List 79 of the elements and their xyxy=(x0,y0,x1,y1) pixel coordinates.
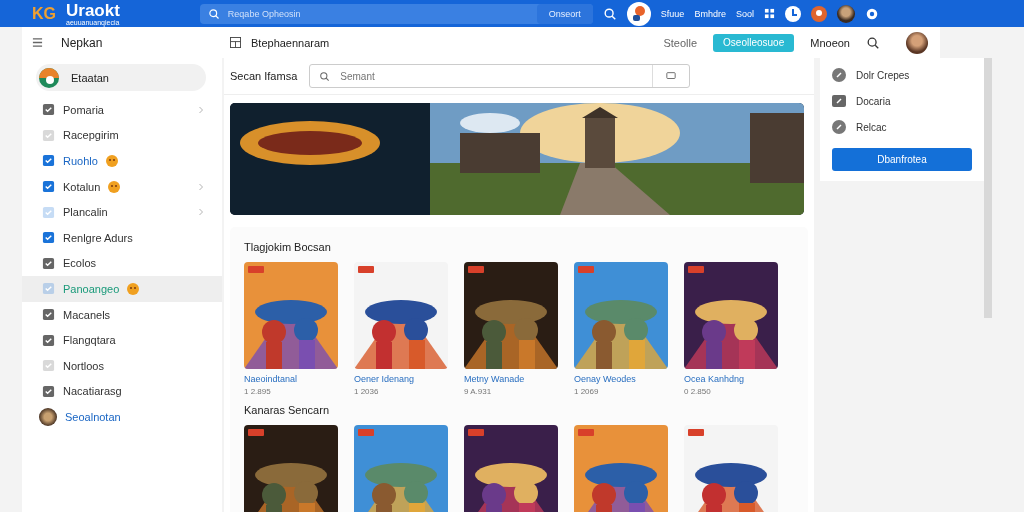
section-title: Tlagjokim Bocsan xyxy=(244,241,332,253)
scrollbar[interactable] xyxy=(984,58,992,318)
panel-item[interactable]: Dolr Crepes xyxy=(856,69,910,81)
logo-mark: KG xyxy=(32,4,56,23)
header-link[interactable]: Steolle xyxy=(663,36,698,49)
game-count: 1 2036 xyxy=(354,387,380,396)
menu-item-icon xyxy=(42,282,55,296)
menu-item-icon xyxy=(42,205,55,219)
menu-item-icon xyxy=(42,128,55,142)
chevron-icon xyxy=(198,208,204,217)
user-avatar xyxy=(39,407,57,426)
item-icon xyxy=(832,94,846,108)
item-icon xyxy=(832,120,846,134)
nav-link[interactable]: Sool xyxy=(735,8,754,19)
page-title: Btephaennaram xyxy=(251,36,330,49)
sidebar-item[interactable]: Flangqtara xyxy=(22,327,222,353)
logo: Uraokt xyxy=(66,1,120,19)
game-title[interactable]: Metny Wanade xyxy=(464,374,558,384)
menu-item-icon xyxy=(42,359,55,373)
sidebar-item[interactable]: Seoalnotan xyxy=(22,404,222,430)
item-icon xyxy=(832,68,846,82)
user-avatar[interactable] xyxy=(836,4,855,23)
panel-button[interactable]: Dbanfrotea xyxy=(832,148,972,171)
link-icon xyxy=(42,154,55,168)
search-button[interactable]: Onseort xyxy=(536,3,593,24)
menu-label: Nepkan xyxy=(61,35,103,50)
search-bar[interactable]: Semant xyxy=(309,64,691,88)
game-title[interactable]: Oener Idenang xyxy=(354,374,448,384)
game-count: 1 2.895 xyxy=(244,387,272,396)
notification-icon[interactable] xyxy=(810,5,827,22)
user-avatar[interactable] xyxy=(906,31,928,54)
grid-icon[interactable] xyxy=(763,8,775,19)
sidebar-item[interactable]: Macanels xyxy=(22,301,222,328)
sidebar-item[interactable]: Renlgre Adurs xyxy=(22,224,222,251)
panel-item[interactable]: Relcac xyxy=(856,121,887,133)
sidebar-item[interactable]: Racepgirim xyxy=(22,122,222,149)
chevron-icon xyxy=(198,105,204,114)
game-title[interactable]: Naeoindtanal xyxy=(244,374,338,384)
menu-icon[interactable] xyxy=(32,37,43,48)
search-icon xyxy=(207,7,220,20)
header-link[interactable]: Mnoeon xyxy=(810,36,850,49)
nav-link[interactable]: Sfuue xyxy=(660,8,685,19)
section-title: Kanaras Sencarn xyxy=(244,404,330,416)
search-field[interactable]: Reqabe Opheosin xyxy=(225,7,531,20)
search-bar[interactable]: Reqabe Opheosin Onseort xyxy=(199,3,593,24)
menu-item-icon xyxy=(42,103,55,117)
smiley-icon xyxy=(108,180,121,193)
sidebar-item[interactable]: Nacatiarasg xyxy=(22,378,222,405)
menu-item-icon xyxy=(42,384,55,398)
search-icon[interactable] xyxy=(602,6,617,21)
game-count: 0 2.850 xyxy=(684,387,712,396)
menu-item-icon xyxy=(42,333,55,347)
menu-item-icon xyxy=(42,180,55,194)
menu-item-icon xyxy=(42,308,55,322)
search-icon xyxy=(319,70,331,82)
sidebar-item[interactable]: Pomaria xyxy=(22,97,222,123)
profile-chip[interactable]: Etaatan xyxy=(36,64,206,91)
sidebar-item[interactable]: Kotalun xyxy=(22,173,222,200)
app-icon[interactable] xyxy=(626,1,651,26)
smiley-icon xyxy=(127,282,140,295)
profile-logo-icon xyxy=(39,67,59,88)
panel-item[interactable]: Docaria xyxy=(856,95,891,107)
search-label: Secan Ifamsa xyxy=(230,70,298,82)
search-icon[interactable] xyxy=(866,35,880,50)
game-title[interactable]: Ocea Kanhdng xyxy=(684,374,778,384)
game-count: 9 A.931 xyxy=(464,387,493,396)
sidebar-item[interactable]: Ruohlo xyxy=(22,148,222,174)
page-icon xyxy=(230,37,241,48)
menu-item-icon xyxy=(42,256,55,270)
sidebar-item[interactable]: Ecolos xyxy=(22,250,222,277)
menu-item-icon xyxy=(42,231,55,245)
chevron-icon xyxy=(198,182,204,191)
sidebar-item[interactable]: Nortloos xyxy=(22,352,222,379)
game-count: 1 2069 xyxy=(574,387,600,396)
sidebar-item[interactable]: Plancalin xyxy=(22,199,222,225)
smiley-icon xyxy=(105,155,118,167)
nav-link[interactable]: Bmhdre xyxy=(694,8,726,19)
game-title[interactable]: Oenay Weodes xyxy=(574,374,668,384)
settings-icon[interactable] xyxy=(864,6,879,21)
